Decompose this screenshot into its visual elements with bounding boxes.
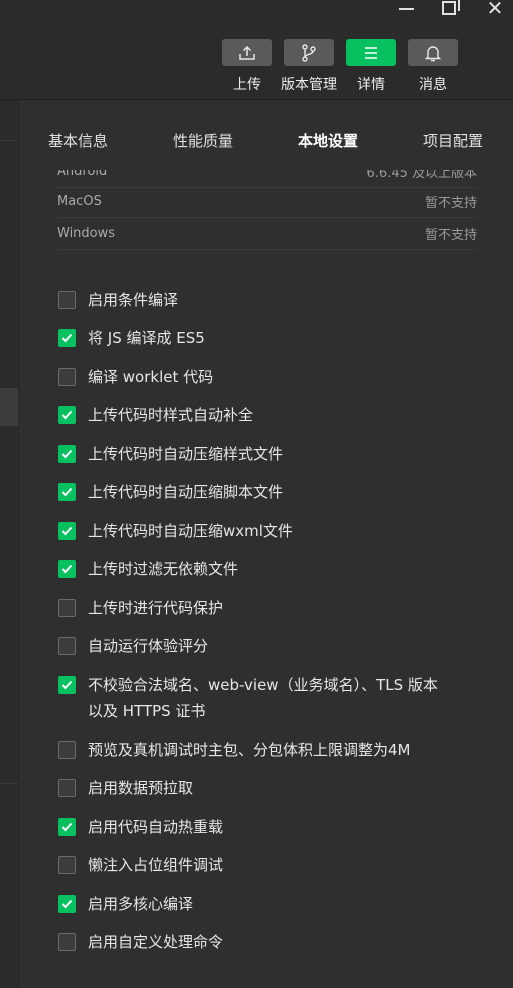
devtools-window: ✕ 上传 版本管理 详情 消息 基本信息 性能质量 本地设置 项目配置 Andr… [0, 0, 513, 988]
details-button[interactable]: 详情 [346, 39, 396, 94]
checkbox[interactable] [58, 856, 76, 874]
messages-button[interactable]: 消息 [408, 39, 458, 94]
details-tabs: 基本信息 性能质量 本地设置 项目配置 [19, 130, 513, 154]
checkbox[interactable] [58, 599, 76, 617]
tab-performance[interactable]: 性能质量 [173, 130, 233, 151]
setting-label: 预览及真机调试时主包、分包体积上限调整为4M [88, 741, 411, 759]
checkbox[interactable] [58, 676, 76, 694]
setting-label: 启用条件编译 [88, 291, 179, 309]
checkmark-icon [61, 410, 73, 420]
details-label: 详情 [357, 77, 385, 93]
setting-label: 上传代码时自动压缩脚本文件 [88, 483, 284, 501]
version-control-button[interactable]: 版本管理 [281, 39, 337, 94]
setting-option[interactable]: 上传代码时自动压缩样式文件 [58, 445, 283, 467]
setting-label: 启用代码自动热重载 [88, 818, 224, 836]
checkbox[interactable] [58, 445, 76, 463]
setting-option[interactable]: 不校验合法域名、web-view（业务域名）、TLS 版本以及 HTTPS 证书 [58, 676, 438, 724]
setting-option[interactable]: 预览及真机调试时主包、分包体积上限调整为4M [58, 741, 411, 763]
checkmark-icon [61, 333, 73, 343]
tab-basic-info[interactable]: 基本信息 [48, 130, 108, 151]
setting-option[interactable]: 编译 worklet 代码 [58, 368, 213, 390]
setting-option[interactable]: 自动运行体验评分 [58, 637, 208, 659]
checkbox[interactable] [58, 895, 76, 913]
menu-icon [346, 39, 396, 66]
setting-label: 将 JS 编译成 ES5 [88, 329, 205, 347]
platform-value: 暂不支持 [424, 196, 477, 211]
toolbar: 上传 版本管理 详情 消息 [222, 39, 458, 94]
setting-option[interactable]: 将 JS 编译成 ES5 [58, 329, 205, 351]
setting-label: 启用数据预拉取 [88, 779, 194, 797]
checkmark-icon [61, 526, 73, 536]
platform-name: Windows [57, 226, 116, 241]
details-panel: 基本信息 性能质量 本地设置 项目配置 Android 6.6.45 及以上版本… [18, 100, 513, 988]
platform-row-windows: Windows 暂不支持 [57, 218, 477, 250]
tab-project-config[interactable]: 项目配置 [423, 130, 483, 151]
setting-option[interactable]: 启用数据预拉取 [58, 779, 193, 801]
setting-label: 上传代码时自动压缩样式文件 [88, 445, 284, 463]
setting-option[interactable]: 上传代码时自动压缩wxml文件 [58, 522, 293, 544]
setting-option[interactable]: 上传代码时自动压缩脚本文件 [58, 483, 283, 505]
checkmark-icon [61, 899, 73, 909]
maximize-icon[interactable] [438, 0, 460, 16]
platform-name: MacOS [57, 194, 102, 209]
bell-icon [408, 39, 458, 66]
setting-option[interactable]: 启用自定义处理命令 [58, 933, 223, 955]
setting-label: 启用自定义处理命令 [88, 933, 224, 951]
platform-row-macos: MacOS 暂不支持 [57, 186, 477, 218]
close-icon[interactable]: ✕ [484, 0, 506, 18]
checkbox[interactable] [58, 329, 76, 347]
platform-value: 6.6.45 及以上版本 [366, 170, 477, 181]
upload-button[interactable]: 上传 [222, 39, 272, 94]
setting-option[interactable]: 上传时过滤无依赖文件 [58, 560, 238, 582]
setting-option[interactable]: 启用代码自动热重载 [58, 818, 223, 840]
upload-icon [222, 39, 272, 66]
branch-icon [284, 39, 334, 66]
checkmark-icon [61, 564, 73, 574]
checkmark-icon [61, 449, 73, 459]
checkmark-icon [61, 680, 73, 690]
background-sidebar [0, 100, 18, 988]
setting-label: 上传时过滤无依赖文件 [88, 560, 239, 578]
tab-local-settings[interactable]: 本地设置 [298, 130, 358, 151]
platform-name: Android [57, 170, 108, 179]
checkbox[interactable] [58, 818, 76, 836]
upload-label: 上传 [233, 77, 261, 93]
checkbox[interactable] [58, 637, 76, 655]
version-control-label: 版本管理 [281, 77, 337, 93]
minimize-icon[interactable] [396, 0, 416, 16]
checkbox[interactable] [58, 779, 76, 797]
checkbox[interactable] [58, 741, 76, 759]
checkbox[interactable] [58, 368, 76, 386]
checkbox[interactable] [58, 933, 76, 951]
messages-label: 消息 [419, 77, 447, 93]
setting-option[interactable]: 懒注入占位组件调试 [58, 856, 223, 878]
checkbox[interactable] [58, 483, 76, 501]
setting-label: 编译 worklet 代码 [88, 368, 214, 386]
platform-value: 暂不支持 [424, 228, 477, 243]
platform-support-list: Android 6.6.45 及以上版本 MacOS 暂不支持 Windows … [57, 170, 477, 250]
setting-label: 上传时进行代码保护 [88, 599, 224, 617]
checkbox[interactable] [58, 560, 76, 578]
setting-label: 自动运行体验评分 [88, 637, 209, 655]
checkbox[interactable] [58, 522, 76, 540]
checkmark-icon [61, 822, 73, 832]
setting-label: 上传代码时样式自动补全 [88, 406, 254, 424]
setting-option[interactable]: 上传时进行代码保护 [58, 599, 223, 621]
setting-option[interactable]: 启用多核心编译 [58, 895, 193, 917]
setting-option[interactable]: 上传代码时样式自动补全 [58, 406, 253, 428]
checkbox[interactable] [58, 406, 76, 424]
setting-label: 上传代码时自动压缩wxml文件 [88, 522, 293, 540]
setting-label: 启用多核心编译 [88, 895, 194, 913]
checkbox[interactable] [58, 291, 76, 309]
setting-option[interactable]: 启用条件编译 [58, 291, 178, 313]
setting-label: 懒注入占位组件调试 [88, 856, 224, 874]
checkmark-icon [61, 487, 73, 497]
setting-label: 不校验合法域名、web-view（业务域名）、TLS 版本以及 HTTPS 证书 [88, 676, 438, 720]
